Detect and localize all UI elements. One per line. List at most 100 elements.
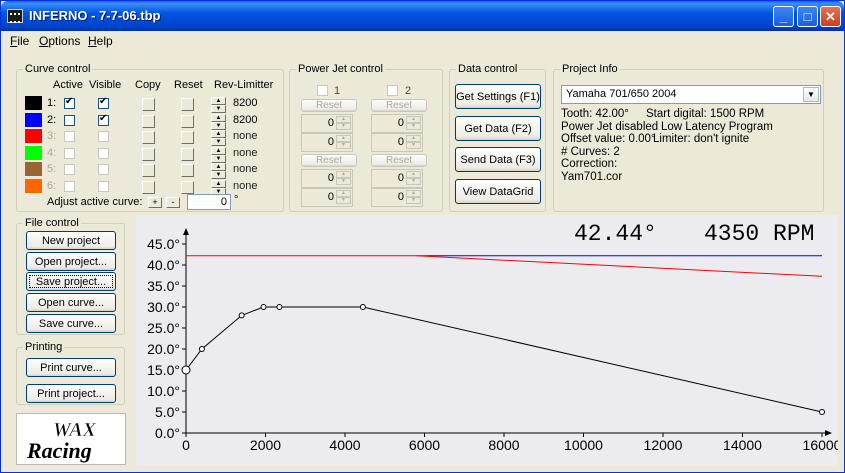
title-bar[interactable]: INFERNO - 7-7-06.tbp _ □ ✕ [1,1,844,31]
rev-limiter-spinner[interactable]: ▲ ▼ [211,163,226,179]
get-settings-button[interactable]: Get Settings (F1) [455,84,541,109]
curve-visible-checkbox[interactable] [98,147,109,159]
curve-visible-checkbox[interactable] [98,164,109,175]
power-jet-value-field[interactable]: 0 ▲ ▼ [301,169,353,188]
rev-limiter-spinner[interactable]: ▲ ▼ [211,146,226,163]
power-jet-spinner[interactable]: ▲ ▼ [336,171,351,186]
curve-reset-button[interactable] [181,180,194,194]
model-select[interactable]: Yamaha 701/650 2004 ▼ [561,85,821,104]
curve-point [276,304,283,310]
chevron-down-icon[interactable]: ▼ [803,87,819,102]
curve-visible-checkbox[interactable] [98,180,109,192]
power-jet-spinner[interactable]: ▲ ▼ [336,190,351,205]
curve-copy-button[interactable] [142,114,155,128]
ignition-curve-graph[interactable]: 42.44° 4350 RPM 0 2000 4000 6000 8000 10000 12… [136,215,842,466]
power-jet-reset-button[interactable]: Reset [301,99,357,112]
curve-visible-checkbox[interactable] [98,96,109,109]
maximize-button[interactable]: □ [797,6,818,27]
power-jet-spinner[interactable]: ▲ ▼ [406,135,421,150]
file-control-group: File control New project Open project...… [16,217,125,335]
adjust-unit: ° [234,194,239,206]
curve-reset-button[interactable] [181,164,194,177]
new-project-button[interactable]: New project [26,231,116,250]
curve-reset-button[interactable] [181,98,194,111]
power-jet-spinner[interactable]: ▲ ▼ [336,135,351,150]
power-jet-reset-button[interactable]: Reset [371,154,427,167]
curve-number-label: 1: [47,97,57,109]
power-jet-value-field[interactable]: 0 ▲ ▼ [301,133,353,152]
app-icon[interactable] [7,9,23,23]
power-jet-spinner[interactable]: ▲ ▼ [336,116,351,131]
save-curve-button[interactable]: Save curve... [26,314,116,333]
power-jet-value-field[interactable]: 0 ▲ ▼ [301,188,353,207]
minimize-button[interactable]: _ [773,6,794,27]
curve-active-checkbox[interactable] [64,164,75,175]
power-jet-value-field[interactable]: 0 ▲ ▼ [301,114,353,133]
save-project-button[interactable]: Save project... [26,272,116,291]
rev-limiter-spinner[interactable]: ▲ ▼ [211,130,226,146]
curve-copy-button[interactable] [142,164,155,177]
curve-point [181,365,191,375]
curve-visible-checkbox[interactable] [98,131,109,142]
x-tick-label: 6000 [409,437,440,453]
curve-reset-button[interactable] [181,131,194,144]
send-data-button[interactable]: Send Data (F3) [455,147,541,172]
curve-copy-button[interactable] [142,131,155,144]
power-jet-2-label: 2 [405,85,412,97]
curve-active-checkbox[interactable] [64,131,75,142]
menu-file[interactable]: File [10,34,29,48]
power-jet-spinner[interactable]: ▲ ▼ [406,190,421,205]
power-jet-spinner[interactable]: ▲ ▼ [406,171,421,186]
curve-active-checkbox[interactable] [64,147,75,159]
logo-text-2: Racing [26,438,92,463]
power-jet-2-checkbox[interactable] [387,85,398,96]
power-jet-1-checkbox[interactable] [317,85,328,96]
rev-limiter-value: 8200 [233,97,258,109]
chart-canvas[interactable]: 42.44° 4350 RPM 0 2000 4000 6000 8000 10000 12… [136,215,842,466]
open-curve-button[interactable]: Open curve... [26,293,116,312]
adjust-decrease-button[interactable]: - [166,197,180,208]
power-jet-reset-button[interactable]: Reset [371,99,427,112]
open-project-button[interactable]: Open project... [26,252,116,271]
get-data-button[interactable]: Get Data (F2) [455,116,541,141]
power-jet-reset-button[interactable]: Reset [301,154,357,167]
curve-copy-button[interactable] [142,180,155,194]
data-control-group: Data control Get Settings (F1) Get Data … [449,63,546,212]
power-jet-group: Power Jet control 1 2 Reset Reset Reset Res… [289,63,443,212]
wax-racing-logo: WAX Racing [16,413,126,465]
curve-active-checkbox[interactable] [64,114,75,126]
power-jet-value: 0 [397,136,404,148]
active-header: Active [53,79,83,91]
y-tick-label: 5.0° [155,404,180,420]
curve-active-checkbox[interactable] [64,180,75,192]
menu-options[interactable]: Options [39,34,80,48]
print-curve-button[interactable]: Print curve... [26,358,116,377]
curve-copy-button[interactable] [142,147,155,161]
y-axis-arrow [183,228,189,235]
print-project-button[interactable]: Print project... [26,384,116,403]
curve-visible-checkbox[interactable] [98,113,109,126]
power-jet-value-field[interactable]: 0 ▲ ▼ [371,188,423,207]
power-jet-value-field[interactable]: 0 ▲ ▼ [371,133,423,152]
curve-active-checkbox[interactable] [64,96,75,109]
power-jet-value-field[interactable]: 0 ▲ ▼ [371,169,423,188]
menu-help[interactable]: Help [88,34,113,48]
rev-limiter-spinner[interactable]: ▲ ▼ [211,97,226,113]
adjust-value-field[interactable]: 0 [187,194,231,210]
project-info-text: Tooth: 42.00° [561,108,629,120]
power-jet-1-label: 1 [334,85,341,97]
curve-reset-button[interactable] [181,147,194,161]
view-datagrid-button[interactable]: View DataGrid [455,179,541,204]
power-jet-value-field[interactable]: 0 ▲ ▼ [371,114,423,133]
adjust-increase-button[interactable]: + [148,197,162,208]
curve-copy-button[interactable] [142,98,155,111]
rev-limiter-value: 8200 [233,113,258,126]
x-tick-label: 8000 [488,437,519,453]
close-button[interactable]: ✕ [820,6,841,27]
power-jet-spinner[interactable]: ▲ ▼ [406,116,421,131]
rpm-readout: 4350 RPM [704,221,814,247]
adjust-curve-label: Adjust active curve: [47,196,143,208]
curve-reset-button[interactable] [181,114,194,128]
rev-limiter-spinner[interactable]: ▲ ▼ [211,113,226,130]
window-title: INFERNO - 7-7-06.tbp [29,8,161,23]
